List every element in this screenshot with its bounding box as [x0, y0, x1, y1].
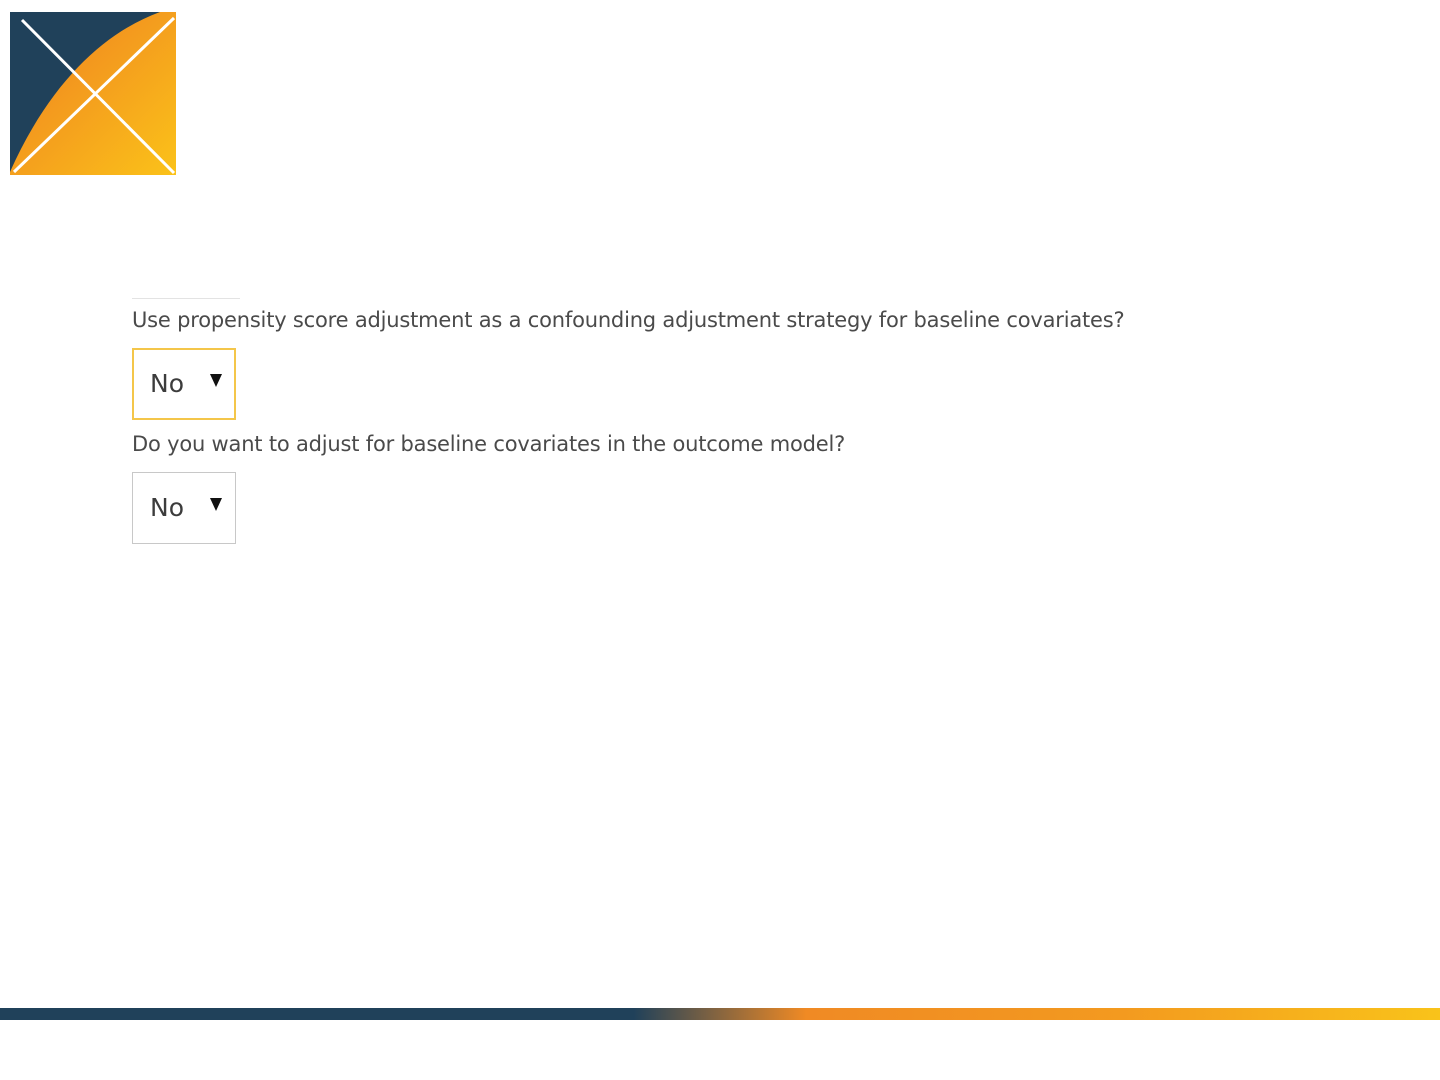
outcome-model-adjust-select[interactable]: No: [132, 472, 236, 544]
divider: [132, 298, 240, 299]
truncated-question-label: [132, 552, 1192, 560]
question-outcome-model-label: Do you want to adjust for baseline covar…: [132, 432, 846, 456]
select-value: No: [150, 369, 184, 398]
question-propensity-label: Use propensity score adjustment as a con…: [132, 308, 1125, 332]
propensity-adjustment-select[interactable]: No: [132, 348, 236, 420]
embedded-form-screenshot: Use propensity score adjustment as a con…: [120, 290, 1220, 560]
ohdsi-logo-icon: [10, 12, 176, 175]
chevron-down-icon: [210, 498, 222, 511]
footer-gradient-bar: [0, 1008, 1440, 1020]
chevron-down-icon: [210, 374, 222, 387]
slide: Use propensity score adjustment as a con…: [0, 0, 1440, 1080]
select-value: No: [150, 493, 184, 522]
